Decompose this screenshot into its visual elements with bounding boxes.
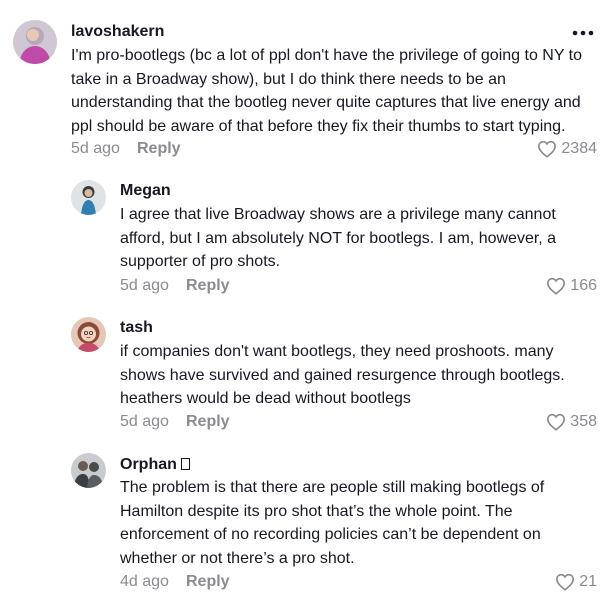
avatar[interactable] (71, 317, 106, 352)
unknown-glyph-icon (180, 458, 190, 470)
like-count: 2384 (561, 140, 597, 157)
comment-username[interactable]: lavoshakern (71, 22, 164, 42)
like-button[interactable]: 358 (546, 412, 597, 432)
reply-button[interactable]: Reply (186, 412, 230, 432)
like-count: 21 (579, 573, 597, 590)
heart-outline-icon (556, 573, 575, 591)
heart-outline-icon (547, 277, 566, 295)
username-text: Orphan (120, 456, 177, 473)
comment-text: if companies don't want bootlegs, they n… (120, 343, 565, 407)
comment-text: I agree that live Broadway shows are a p… (120, 206, 557, 270)
avatar[interactable] (71, 180, 106, 215)
like-button[interactable]: 166 (546, 276, 597, 296)
like-count: 166 (570, 277, 597, 294)
comment-timestamp: 5d ago (120, 277, 169, 294)
comment-timestamp: 5d ago (120, 413, 169, 430)
like-button[interactable]: 21 (555, 572, 597, 592)
comment-text: I'm pro-bootlegs (bc a lot of ppl don't … (71, 47, 583, 135)
comment-timestamp: 4d ago (120, 573, 169, 590)
reply-button[interactable]: Reply (186, 276, 230, 296)
like-button[interactable]: 2384 (537, 139, 597, 159)
avatar[interactable] (71, 453, 106, 488)
comment-username[interactable]: Orphan (120, 455, 190, 475)
like-count: 358 (570, 413, 597, 430)
reply-button[interactable]: Reply (186, 572, 230, 592)
comment-username[interactable]: Megan (120, 181, 171, 201)
more-options-icon[interactable] (571, 28, 595, 38)
heart-outline-icon (547, 413, 566, 431)
reply-button[interactable]: Reply (137, 139, 181, 159)
comment-username[interactable]: tash (120, 318, 153, 338)
comment-timestamp: 5d ago (71, 140, 120, 157)
heart-outline-icon (538, 140, 557, 158)
comment-text: The problem is that there are people sti… (120, 479, 545, 567)
avatar[interactable] (13, 20, 57, 64)
